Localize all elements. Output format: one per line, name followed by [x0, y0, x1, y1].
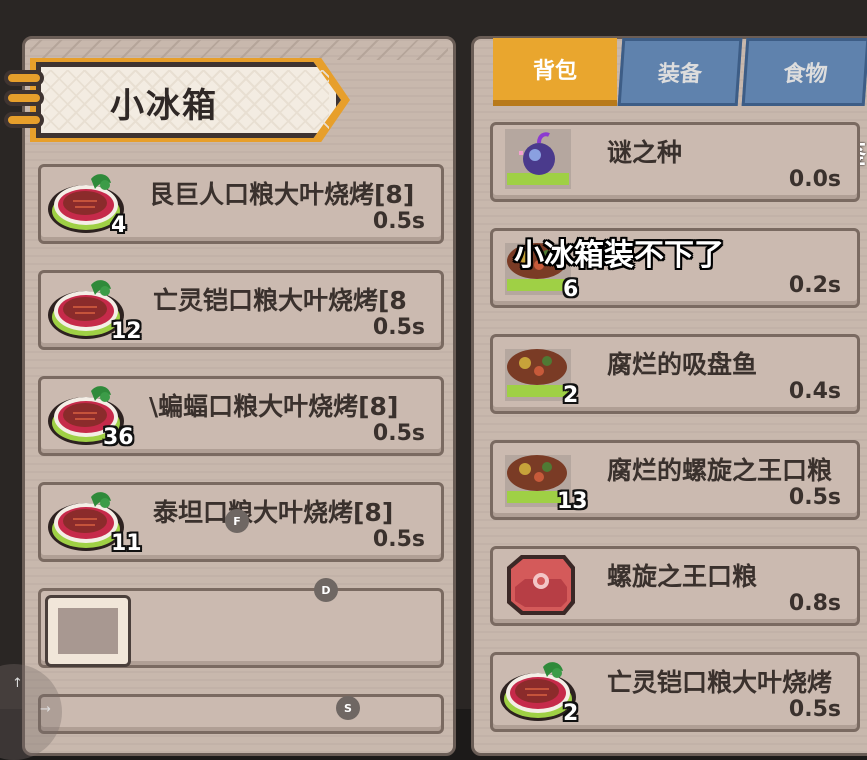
item-count: 4 [111, 213, 127, 238]
inventory-slot[interactable]: 螺旋之王口粮 0.8s [490, 546, 860, 626]
fridge-slot[interactable]: 艮巨人口粮大叶烧烤[8] 0.5s 4 [38, 164, 444, 244]
key-hint-s[interactable]: S [336, 696, 360, 720]
item-count: 36 [103, 425, 134, 450]
item-name: 腐烂的螺旋之王口粮 [607, 456, 833, 485]
binder-ring-icon [4, 90, 44, 106]
key-hint-f[interactable]: F [225, 509, 249, 533]
item-name: \蝙蝠口粮大叶烧烤[8] [149, 392, 399, 421]
item-name: 亡灵铠口粮大叶烧烤[8 [153, 286, 407, 315]
empty-slot-frame [45, 595, 131, 667]
item-name: 泰坦口粮大叶烧烤[8] [153, 498, 394, 527]
item-name: 腐烂的吸盘鱼 [607, 350, 758, 379]
item-count: 11 [111, 531, 142, 556]
game-viewport: 小冰箱 艮巨人口粮大叶烧烤[8] 0.5s 4 亡灵铠口粮大叶烧烤[8 0.5s… [0, 0, 867, 760]
item-time: 0.5s [372, 209, 425, 234]
panel-pattern [30, 40, 448, 60]
fridge-slot-empty[interactable] [38, 694, 444, 734]
item-time: 0.5s [372, 421, 425, 446]
item-count: 2 [563, 383, 579, 408]
tab-backpack[interactable]: 背包 [493, 38, 617, 106]
key-hint-d[interactable]: D [314, 578, 338, 602]
item-name: 亡灵铠口粮大叶烧烤 [607, 668, 833, 697]
item-count: 12 [111, 319, 142, 344]
item-time: 0.5s [788, 697, 841, 722]
tab-food[interactable]: 食物 [741, 38, 867, 106]
item-count: 2 [563, 701, 579, 726]
item-name: 谜之种 [607, 138, 683, 167]
mystery-seed-icon [505, 129, 571, 189]
fridge-slot[interactable]: \蝙蝠口粮大叶烧烤[8] 0.5s 36 [38, 376, 444, 456]
item-time: 0.0s [788, 167, 841, 192]
item-time: 0.2s [788, 273, 841, 298]
item-count: 6 [563, 277, 579, 302]
tab-equipment[interactable]: 装备 [617, 38, 743, 106]
arrow-right-icon: → [40, 702, 51, 717]
raw-steak-icon [507, 555, 575, 615]
item-time: 0.8s [788, 591, 841, 616]
inventory-slot[interactable]: 亡灵铠口粮大叶烧烤 0.5s 2 [490, 652, 860, 732]
item-name: 螺旋之王口粮 [607, 562, 758, 591]
arrow-up-icon: ↑ [12, 676, 23, 691]
inventory-slot[interactable]: 谜之种 0.0s [490, 122, 860, 202]
binder-ring-icon [4, 112, 44, 128]
item-name: 艮巨人口粮大叶烧烤[8] [149, 180, 415, 209]
item-count: 13 [557, 489, 588, 514]
inventory-slot[interactable]: 腐烂的吸盘鱼 0.4s 2 [490, 334, 860, 414]
binder-ring-icon [4, 70, 44, 86]
fridge-slot-empty[interactable] [38, 588, 444, 668]
item-time: 0.4s [788, 379, 841, 404]
item-time: 0.5s [372, 315, 425, 340]
inventory-slot[interactable]: 腐烂的螺旋之王口粮 0.5s 13 [490, 440, 860, 520]
fridge-slot[interactable]: 亡灵铠口粮大叶烧烤[8 0.5s 12 [38, 270, 444, 350]
fridge-title-banner: 小冰箱 [4, 58, 359, 142]
item-time: 0.5s [788, 485, 841, 510]
item-time: 0.5s [372, 527, 425, 552]
fridge-full-message: 小冰箱装不下了 [514, 238, 724, 273]
fridge-title: 小冰箱 [110, 86, 218, 126]
